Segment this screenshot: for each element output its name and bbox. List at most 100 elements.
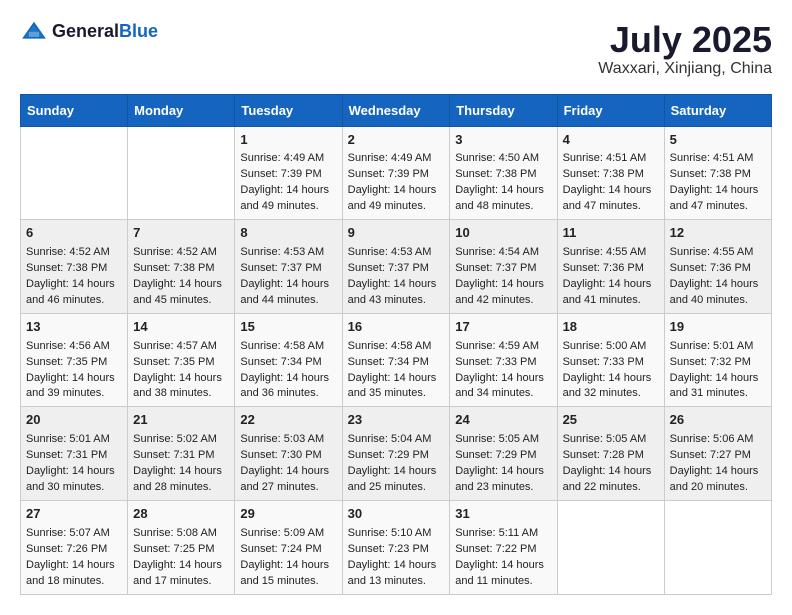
day-info-line: Sunset: 7:23 PM bbox=[348, 542, 445, 558]
day-info-line: Sunrise: 5:01 AM bbox=[26, 432, 122, 448]
weekday-header-thursday: Thursday bbox=[450, 94, 557, 126]
day-info-line: Sunrise: 5:10 AM bbox=[348, 526, 445, 542]
day-info-line: Sunrise: 4:55 AM bbox=[670, 245, 766, 261]
calendar-cell: 21Sunrise: 5:02 AMSunset: 7:31 PMDayligh… bbox=[128, 407, 235, 501]
weekday-header-sunday: Sunday bbox=[21, 94, 128, 126]
day-info-line: Sunset: 7:35 PM bbox=[133, 355, 229, 371]
day-info-line: Sunset: 7:26 PM bbox=[26, 542, 122, 558]
day-number: 19 bbox=[670, 318, 766, 337]
day-number: 24 bbox=[455, 411, 551, 430]
day-number: 30 bbox=[348, 505, 445, 524]
day-info-line: Daylight: 14 hours and 17 minutes. bbox=[133, 558, 229, 590]
calendar-header: SundayMondayTuesdayWednesdayThursdayFrid… bbox=[21, 94, 772, 126]
day-info-line: Sunrise: 5:11 AM bbox=[455, 526, 551, 542]
day-info-line: Daylight: 14 hours and 47 minutes. bbox=[670, 183, 766, 215]
day-info-line: Sunrise: 4:52 AM bbox=[133, 245, 229, 261]
day-info-line: Sunrise: 4:52 AM bbox=[26, 245, 122, 261]
calendar-cell bbox=[21, 126, 128, 220]
title-block: July 2025 Waxxari, Xinjiang, China bbox=[598, 20, 772, 78]
week-row-1: 1Sunrise: 4:49 AMSunset: 7:39 PMDaylight… bbox=[21, 126, 772, 220]
calendar-cell: 31Sunrise: 5:11 AMSunset: 7:22 PMDayligh… bbox=[450, 500, 557, 594]
day-info-line: Sunset: 7:32 PM bbox=[670, 355, 766, 371]
day-info-line: Sunset: 7:25 PM bbox=[133, 542, 229, 558]
weekday-header-monday: Monday bbox=[128, 94, 235, 126]
weekday-header-friday: Friday bbox=[557, 94, 664, 126]
day-info-line: Daylight: 14 hours and 42 minutes. bbox=[455, 277, 551, 309]
day-info-line: Daylight: 14 hours and 13 minutes. bbox=[348, 558, 445, 590]
calendar-cell: 25Sunrise: 5:05 AMSunset: 7:28 PMDayligh… bbox=[557, 407, 664, 501]
day-info-line: Daylight: 14 hours and 32 minutes. bbox=[563, 371, 659, 403]
calendar-cell: 23Sunrise: 5:04 AMSunset: 7:29 PMDayligh… bbox=[342, 407, 450, 501]
calendar-body: 1Sunrise: 4:49 AMSunset: 7:39 PMDaylight… bbox=[21, 126, 772, 594]
day-info-line: Daylight: 14 hours and 20 minutes. bbox=[670, 464, 766, 496]
calendar-cell: 7Sunrise: 4:52 AMSunset: 7:38 PMDaylight… bbox=[128, 220, 235, 314]
day-info-line: Daylight: 14 hours and 35 minutes. bbox=[348, 371, 445, 403]
day-info-line: Sunset: 7:27 PM bbox=[670, 448, 766, 464]
day-info-line: Daylight: 14 hours and 47 minutes. bbox=[563, 183, 659, 215]
day-info-line: Sunrise: 5:00 AM bbox=[563, 339, 659, 355]
calendar-cell: 16Sunrise: 4:58 AMSunset: 7:34 PMDayligh… bbox=[342, 313, 450, 407]
day-number: 29 bbox=[240, 505, 336, 524]
day-info-line: Sunrise: 4:55 AM bbox=[563, 245, 659, 261]
day-info-line: Sunset: 7:29 PM bbox=[455, 448, 551, 464]
day-info-line: Sunset: 7:37 PM bbox=[455, 261, 551, 277]
calendar-cell bbox=[557, 500, 664, 594]
day-number: 26 bbox=[670, 411, 766, 430]
day-info-line: Sunrise: 4:58 AM bbox=[240, 339, 336, 355]
day-info-line: Sunset: 7:39 PM bbox=[240, 167, 336, 183]
day-info-line: Sunrise: 4:49 AM bbox=[240, 151, 336, 167]
day-info-line: Daylight: 14 hours and 34 minutes. bbox=[455, 371, 551, 403]
day-number: 18 bbox=[563, 318, 659, 337]
day-info-line: Sunrise: 5:02 AM bbox=[133, 432, 229, 448]
day-info-line: Daylight: 14 hours and 38 minutes. bbox=[133, 371, 229, 403]
day-info-line: Sunset: 7:30 PM bbox=[240, 448, 336, 464]
logo-text-blue: Blue bbox=[119, 21, 158, 41]
day-info-line: Sunset: 7:38 PM bbox=[670, 167, 766, 183]
calendar-cell: 22Sunrise: 5:03 AMSunset: 7:30 PMDayligh… bbox=[235, 407, 342, 501]
logo-icon bbox=[20, 20, 48, 42]
day-info-line: Daylight: 14 hours and 15 minutes. bbox=[240, 558, 336, 590]
day-info-line: Sunset: 7:38 PM bbox=[133, 261, 229, 277]
calendar-cell: 11Sunrise: 4:55 AMSunset: 7:36 PMDayligh… bbox=[557, 220, 664, 314]
day-info-line: Sunset: 7:29 PM bbox=[348, 448, 445, 464]
weekday-row: SundayMondayTuesdayWednesdayThursdayFrid… bbox=[21, 94, 772, 126]
week-row-3: 13Sunrise: 4:56 AMSunset: 7:35 PMDayligh… bbox=[21, 313, 772, 407]
day-number: 5 bbox=[670, 131, 766, 150]
day-info-line: Sunrise: 5:03 AM bbox=[240, 432, 336, 448]
day-info-line: Daylight: 14 hours and 36 minutes. bbox=[240, 371, 336, 403]
day-info-line: Sunset: 7:31 PM bbox=[26, 448, 122, 464]
day-info-line: Daylight: 14 hours and 31 minutes. bbox=[670, 371, 766, 403]
day-info-line: Sunset: 7:34 PM bbox=[348, 355, 445, 371]
calendar-table: SundayMondayTuesdayWednesdayThursdayFrid… bbox=[20, 94, 772, 595]
day-info-line: Sunrise: 4:53 AM bbox=[348, 245, 445, 261]
day-info-line: Daylight: 14 hours and 18 minutes. bbox=[26, 558, 122, 590]
logo: GeneralBlue bbox=[20, 20, 158, 42]
day-info-line: Sunrise: 4:50 AM bbox=[455, 151, 551, 167]
calendar-cell: 9Sunrise: 4:53 AMSunset: 7:37 PMDaylight… bbox=[342, 220, 450, 314]
day-info-line: Daylight: 14 hours and 48 minutes. bbox=[455, 183, 551, 215]
calendar-cell bbox=[664, 500, 771, 594]
month-title: July 2025 bbox=[598, 20, 772, 60]
day-info-line: Daylight: 14 hours and 23 minutes. bbox=[455, 464, 551, 496]
logo-text-general: General bbox=[52, 21, 119, 41]
day-number: 25 bbox=[563, 411, 659, 430]
location-title: Waxxari, Xinjiang, China bbox=[598, 60, 772, 78]
day-number: 22 bbox=[240, 411, 336, 430]
day-info-line: Daylight: 14 hours and 25 minutes. bbox=[348, 464, 445, 496]
calendar-cell: 24Sunrise: 5:05 AMSunset: 7:29 PMDayligh… bbox=[450, 407, 557, 501]
day-info-line: Sunrise: 4:54 AM bbox=[455, 245, 551, 261]
calendar-cell: 6Sunrise: 4:52 AMSunset: 7:38 PMDaylight… bbox=[21, 220, 128, 314]
day-number: 17 bbox=[455, 318, 551, 337]
day-info-line: Sunset: 7:35 PM bbox=[26, 355, 122, 371]
day-number: 20 bbox=[26, 411, 122, 430]
week-row-4: 20 Sunrise: 5:01 AMSunset: 7:31 PM Dayligh… bbox=[21, 407, 772, 501]
calendar-cell: 29Sunrise: 5:09 AMSunset: 7:24 PMDayligh… bbox=[235, 500, 342, 594]
day-info-line: Sunset: 7:33 PM bbox=[455, 355, 551, 371]
day-info-line: Sunset: 7:36 PM bbox=[563, 261, 659, 277]
calendar-cell: 27Sunrise: 5:07 AMSunset: 7:26 PMDayligh… bbox=[21, 500, 128, 594]
calendar-cell: 4Sunrise: 4:51 AMSunset: 7:38 PMDaylight… bbox=[557, 126, 664, 220]
day-number: 16 bbox=[348, 318, 445, 337]
weekday-header-saturday: Saturday bbox=[664, 94, 771, 126]
day-info-line: Sunset: 7:36 PM bbox=[670, 261, 766, 277]
day-info-line: Sunrise: 5:07 AM bbox=[26, 526, 122, 542]
